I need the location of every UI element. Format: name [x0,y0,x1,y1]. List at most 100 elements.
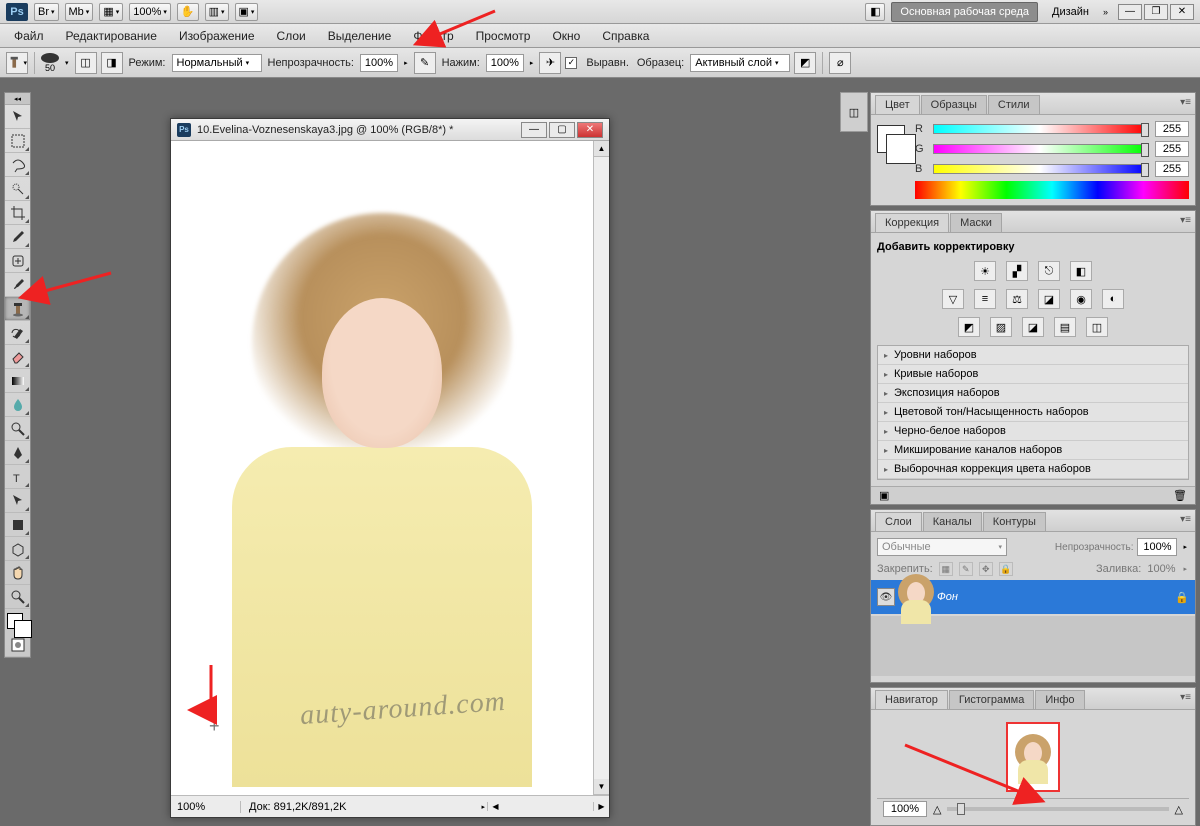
tab-info[interactable]: Инфо [1035,690,1084,709]
path-select-tool[interactable] [5,489,30,513]
layer-fill-field[interactable]: 100% [1147,563,1175,575]
blend-mode-select[interactable]: Нормальный [172,54,262,72]
tool-preset-picker[interactable] [6,52,28,74]
workspace-main-button[interactable]: Основная рабочая среда [891,2,1038,22]
layer-thumbnail[interactable] [903,584,929,610]
tab-styles[interactable]: Стили [988,95,1040,114]
preset-item[interactable]: Выборочная коррекция цвета наборов [878,460,1188,479]
scroll-down-icon[interactable]: ▼ [594,779,609,795]
adj-bw-icon[interactable]: ◪ [1038,289,1060,309]
b-value[interactable]: 255 [1155,161,1189,177]
clone-stamp-tool[interactable] [5,297,30,321]
lock-all-icon[interactable]: 🔒 [999,562,1013,576]
preset-item[interactable]: Микширование каналов наборов [878,441,1188,460]
adj-footer-left-icon[interactable]: ▣ [879,489,889,502]
tab-adjustments[interactable]: Коррекция [875,213,949,232]
quick-select-tool[interactable] [5,177,30,201]
pen-tool[interactable] [5,441,30,465]
opacity-slider-icon[interactable]: ▸ [402,59,410,67]
pressure-size-toggle[interactable]: ⌀ [829,52,851,74]
window-minimize-button[interactable]: — [1118,4,1142,20]
adj-photo-filter-icon[interactable]: ◉ [1070,289,1092,309]
layer-name[interactable]: Фон [937,591,1167,603]
preset-item[interactable]: Черно-белое наборов [878,422,1188,441]
adj-selective-icon[interactable]: ◫ [1086,317,1108,337]
ignore-adjustment-toggle[interactable]: ◩ [794,52,816,74]
panel-menu-icon[interactable]: ▾≡ [1180,97,1191,108]
preset-item[interactable]: Кривые наборов [878,365,1188,384]
tab-masks[interactable]: Маски [950,213,1002,232]
tab-channels[interactable]: Каналы [923,512,982,531]
menu-edit[interactable]: Редактирование [66,29,157,43]
3d-tool[interactable] [5,537,30,561]
cs-live-icon[interactable]: ◧ [865,3,885,21]
menu-select[interactable]: Выделение [328,29,392,43]
collapsed-panel-icon[interactable]: ◫ [840,92,868,132]
status-zoom[interactable]: 100% [171,801,241,813]
adj-balance-icon[interactable]: ⚖ [1006,289,1028,309]
preset-item[interactable]: Уровни наборов [878,346,1188,365]
brush-picker-dropdown[interactable]: ▾ [63,59,71,67]
r-slider[interactable] [933,124,1147,134]
view-extras-button[interactable]: ▦ [99,3,123,21]
menu-window[interactable]: Окно [552,29,580,43]
adj-gradient-map-icon[interactable]: ▤ [1054,317,1076,337]
flow-slider-icon[interactable]: ▸ [528,59,536,67]
layer-opacity-field[interactable]: 100% [1137,538,1177,556]
marquee-tool[interactable] [5,129,30,153]
color-swatches[interactable] [5,609,30,633]
window-close-button[interactable]: ✕ [1170,4,1194,20]
aligned-checkbox[interactable]: ✓ [565,57,577,69]
adj-invert-icon[interactable]: ◩ [958,317,980,337]
hscroll-left-icon[interactable]: ◀ [487,802,503,811]
arrange-documents-button[interactable]: ▥ [205,3,229,21]
menu-help[interactable]: Справка [602,29,649,43]
g-value[interactable]: 255 [1155,141,1189,157]
adj-exposure-icon[interactable]: ◧ [1070,261,1092,281]
navigator-zoom-slider[interactable] [947,807,1168,811]
dodge-tool[interactable] [5,417,30,441]
menu-layer[interactable]: Слои [277,29,306,43]
menu-image[interactable]: Изображение [179,29,255,43]
shape-tool[interactable] [5,513,30,537]
zoom-level-field[interactable]: 100% [129,3,171,21]
brush-tool[interactable] [5,273,30,297]
workspace-design-button[interactable]: Дизайн [1044,2,1097,22]
panel-menu-icon[interactable]: ▾≡ [1180,692,1191,703]
eraser-tool[interactable] [5,345,30,369]
tab-histogram[interactable]: Гистограмма [949,690,1035,709]
panel-menu-icon[interactable]: ▾≡ [1180,514,1191,525]
layer-blend-mode-select[interactable]: Обычные▾ [877,538,1007,556]
lock-transparent-icon[interactable]: ▦ [939,562,953,576]
gradient-tool[interactable] [5,369,30,393]
layer-fill-slider-icon[interactable]: ▸ [1181,565,1189,573]
preset-item[interactable]: Экспозиция наборов [878,384,1188,403]
lock-position-icon[interactable]: ✥ [979,562,993,576]
navigator-zoom-field[interactable]: 100% [883,801,927,817]
tools-collapse-icon[interactable]: ◂◂ [5,93,30,105]
fg-bg-swatch[interactable] [877,125,905,153]
preset-item[interactable]: Цветовой тон/Насыщенность наборов [878,403,1188,422]
doc-maximize-button[interactable]: ▢ [549,122,575,138]
vertical-scrollbar[interactable]: ▲ ▼ [593,141,609,795]
move-tool[interactable] [5,105,30,129]
zoom-tool[interactable] [5,585,30,609]
document-titlebar[interactable]: Ps 10.Evelina-Voznesenskaya3.jpg @ 100% … [171,119,609,141]
doc-close-button[interactable]: ✕ [577,122,603,138]
r-value[interactable]: 255 [1155,121,1189,137]
healing-brush-tool[interactable] [5,249,30,273]
navigator-thumbnail[interactable] [1006,722,1060,792]
opacity-field[interactable]: 100% [360,54,398,72]
opacity-pressure-toggle[interactable]: ✎ [414,52,436,74]
crop-tool[interactable] [5,201,30,225]
panel-menu-icon[interactable]: ▾≡ [1180,215,1191,226]
adj-threshold-icon[interactable]: ◪ [1022,317,1044,337]
history-brush-tool[interactable] [5,321,30,345]
tab-swatches[interactable]: Образцы [921,95,987,114]
brush-presets-toggle[interactable]: ◨ [101,52,123,74]
doc-minimize-button[interactable]: — [521,122,547,138]
status-info-menu-icon[interactable]: ▸ [479,803,487,811]
minibridge-button[interactable]: Mb [65,3,94,21]
sample-select[interactable]: Активный слой [690,54,790,72]
menu-file[interactable]: Файл [14,29,44,43]
